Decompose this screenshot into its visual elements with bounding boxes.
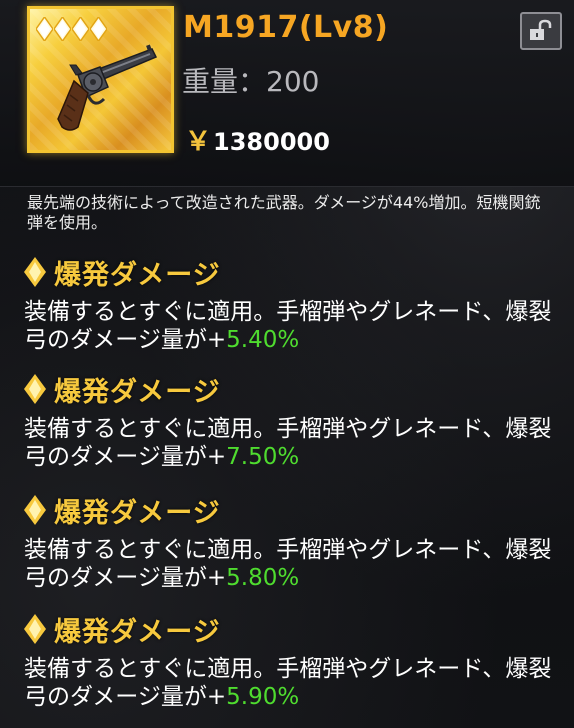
currency-yen-icon: ￥ — [185, 127, 212, 157]
lock-icon — [530, 19, 552, 40]
diamond-icon — [24, 614, 46, 644]
effect-header: 爆発ダメージ — [24, 612, 564, 648]
diamond-icon — [24, 257, 46, 287]
diamond-icon — [24, 374, 46, 404]
effect-description: 装備するとすぐに適用。手榴弾やグレネード、爆裂弓のダメージ量が+7.50% — [24, 415, 564, 471]
effect-description: 装備するとすぐに適用。手榴弾やグレネード、爆裂弓のダメージ量が+5.90% — [24, 655, 564, 711]
effect-sign: + — [206, 684, 227, 710]
effect-block: 爆発ダメージ 装備するとすぐに適用。手榴弾やグレネード、爆裂弓のダメージ量が+5… — [24, 612, 564, 711]
weight-value: 200 — [266, 65, 320, 98]
item-detail-panel: M1917(Lv8) 重量：200 ￥ 1380000 最先端の技術によって改造… — [0, 0, 574, 728]
effect-title: 爆発ダメージ — [54, 376, 221, 408]
effect-value: 7.50% — [226, 444, 300, 470]
effect-sign: + — [206, 327, 227, 353]
lock-button[interactable] — [520, 12, 562, 50]
price-value: 1380000 — [213, 128, 330, 156]
effect-description: 装備するとすぐに適用。手榴弾やグレネード、爆裂弓のダメージ量が+5.80% — [24, 536, 564, 592]
effect-value: 5.90% — [226, 684, 300, 710]
effect-header: 爆発ダメージ — [24, 493, 564, 529]
effect-header: 爆発ダメージ — [24, 255, 564, 291]
effect-title: 爆発ダメージ — [54, 497, 221, 529]
item-name: M1917(Lv8) — [183, 10, 389, 45]
effect-value: 5.40% — [226, 327, 300, 353]
item-price: ￥ 1380000 — [185, 121, 330, 158]
diamond-icon — [24, 495, 46, 525]
effect-value: 5.80% — [226, 565, 300, 591]
weight-label: 重量： — [182, 65, 267, 98]
item-header: M1917(Lv8) 重量：200 ￥ 1380000 — [0, 0, 574, 187]
effect-title: 爆発ダメージ — [54, 616, 221, 648]
effect-block: 爆発ダメージ 装備するとすぐに適用。手榴弾やグレネード、爆裂弓のダメージ量が+5… — [24, 493, 564, 592]
effect-header: 爆発ダメージ — [24, 372, 564, 408]
effect-sign: + — [206, 444, 227, 470]
effect-block: 爆発ダメージ 装備するとすぐに適用。手榴弾やグレネード、爆裂弓のダメージ量が+7… — [24, 372, 564, 471]
item-description: 最先端の技術によって改造された武器。ダメージが44%増加。短機関銃弾を使用。 — [27, 193, 541, 232]
item-icon-frame[interactable] — [27, 6, 174, 153]
effect-description: 装備するとすぐに適用。手榴弾やグレネード、爆裂弓のダメージ量が+5.40% — [24, 298, 564, 354]
effect-title: 爆発ダメージ — [54, 259, 221, 291]
effect-block: 爆発ダメージ 装備するとすぐに適用。手榴弾やグレネード、爆裂弓のダメージ量が+5… — [24, 255, 564, 354]
item-weight: 重量：200 — [182, 60, 319, 100]
effect-sign: + — [206, 565, 227, 591]
revolver-icon — [57, 44, 158, 131]
